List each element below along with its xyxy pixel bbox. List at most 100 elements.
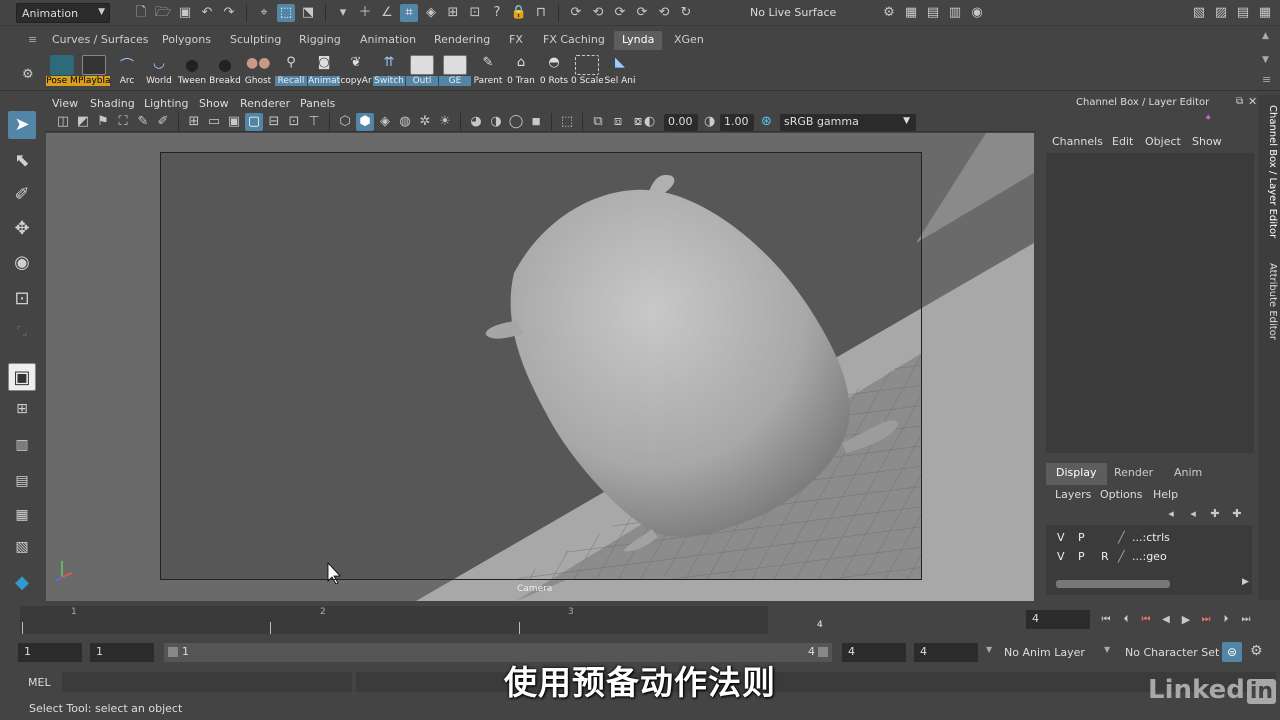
snap-surface-icon[interactable]: ⊞ [444, 4, 462, 22]
menu-options[interactable]: Options [1100, 488, 1142, 501]
safe-action-icon[interactable]: ⊡ [285, 113, 303, 131]
play-backwards-icon[interactable]: ◀ [1158, 611, 1174, 629]
color-swatch-icon[interactable]: ╱ [1118, 531, 1125, 544]
single-perspective-layout-icon[interactable]: ▣ [8, 363, 36, 391]
step-forward-key-icon[interactable]: ⏭ [1198, 611, 1214, 629]
menu-shading[interactable]: Shading [90, 97, 135, 110]
character-set-dropdown[interactable]: No Character Set [1125, 646, 1219, 659]
shelf-button-zero-rotate[interactable]: ◓ 0 Rots [538, 55, 570, 89]
ambient-occlusion-icon[interactable]: ◕ [467, 113, 485, 131]
scroll-down-icon[interactable]: ▼ [1262, 55, 1269, 65]
shadows-icon[interactable]: ☀ [436, 113, 454, 131]
save-scene-icon[interactable]: ▣ [176, 4, 194, 22]
range-end-handle[interactable] [818, 647, 828, 657]
select-object-icon[interactable]: ⬚ [277, 4, 295, 22]
new-layer-icon[interactable]: ✚ [1206, 505, 1224, 523]
shelf-button-parent[interactable]: ✎ Parent [472, 55, 504, 89]
tab-xgen[interactable]: XGen [666, 31, 712, 50]
shelf-button-select-anim[interactable]: ◣ Sel Ani [604, 55, 636, 89]
menu-channels[interactable]: Channels [1052, 135, 1103, 148]
select-component-icon[interactable]: ⬔ [299, 4, 317, 22]
ipr-render-icon[interactable]: ▤ [924, 4, 942, 22]
live-surface-label[interactable]: No Live Surface [750, 6, 836, 19]
wireframe-on-shaded-icon[interactable]: ◈ [376, 113, 394, 131]
scroll-up-icon[interactable]: ▲ [1262, 31, 1269, 41]
tab-curves-surfaces[interactable]: Curves / Surfaces [44, 31, 157, 50]
tab-rigging[interactable]: Rigging [291, 31, 349, 50]
shelf-button-zero-translate[interactable]: ⌂ 0 Tran [505, 55, 537, 89]
outliner-layout-icon[interactable]: ▧ [8, 533, 36, 561]
input-ops-icon[interactable]: ⟳ [611, 4, 629, 22]
tab-fx-caching[interactable]: FX Caching [535, 31, 613, 50]
snap-view-icon[interactable]: ◈ [422, 4, 440, 22]
select-hierarchy-icon[interactable]: ⌖ [255, 4, 273, 22]
help-icon[interactable]: ? [488, 4, 506, 22]
shelf-button-zero-scale[interactable]: 0 Scale [571, 55, 603, 89]
step-forward-frame-icon[interactable]: ⏵ [1218, 611, 1234, 629]
snap-live-icon[interactable]: ⊡ [466, 4, 484, 22]
film-gate-icon[interactable]: ▭ [205, 113, 223, 131]
move-layer-up-icon[interactable]: ◂ [1162, 505, 1180, 523]
menu-show[interactable]: Show [199, 97, 229, 110]
live-surface-icon[interactable]: ↻ [677, 4, 695, 22]
lasso-tool-icon[interactable]: ⬉ [8, 147, 36, 175]
tab-display[interactable]: Display [1046, 463, 1107, 485]
hypershade-layout-icon[interactable]: ▦ [8, 501, 36, 529]
menu-panels[interactable]: Panels [300, 97, 335, 110]
snap-curve-icon[interactable]: ∠ [378, 4, 396, 22]
persp-graph-layout-icon[interactable]: ▤ [8, 467, 36, 495]
use-all-lights-icon[interactable]: ✲ [416, 113, 434, 131]
gate-mask-icon[interactable]: ▢ [245, 113, 263, 131]
move-tool-icon[interactable]: ✥ [8, 215, 36, 243]
visibility-toggle[interactable]: V [1057, 550, 1065, 563]
history-icon[interactable]: ⟳ [567, 4, 585, 22]
shelf-button-recall[interactable]: ⚲ Recall [275, 55, 307, 89]
step-back-key-icon[interactable]: ⏮ [1138, 611, 1154, 629]
tab-rendering[interactable]: Rendering [426, 31, 498, 50]
horizontal-scrollbar[interactable] [1056, 580, 1170, 588]
tab-attribute-editor[interactable]: Attribute Editor [1260, 263, 1278, 340]
shelf-button-switch[interactable]: ⇈ Switch [373, 55, 405, 89]
xray-icon[interactable]: ⧉ [589, 113, 607, 131]
color-swatch-icon[interactable]: ╱ [1118, 550, 1125, 563]
tab-render[interactable]: Render [1104, 463, 1163, 485]
step-back-frame-icon[interactable]: ⏴ [1118, 611, 1134, 629]
color-management-icon[interactable]: ⊛ [761, 114, 772, 129]
channel-list[interactable] [1046, 153, 1254, 453]
shelf-button-copyar[interactable]: ❦ copyAr [340, 55, 372, 89]
gear-icon[interactable]: ⚙ [22, 67, 34, 82]
menu-lighting[interactable]: Lighting [144, 97, 188, 110]
exposure-field[interactable]: 0.00 [664, 114, 698, 131]
tab-lynda[interactable]: Lynda [614, 31, 663, 50]
snap-grid-icon[interactable]: ＋ [356, 4, 374, 22]
shelf-button-arc[interactable]: ⌒ Arc [111, 55, 143, 89]
new-layer-selected-icon[interactable]: ✚ [1228, 505, 1246, 523]
anti-aliasing-icon[interactable]: ◯ [507, 113, 525, 131]
field-chart-icon[interactable]: ⊟ [265, 113, 283, 131]
rotate-tool-icon[interactable]: ◉ [8, 249, 36, 277]
playback-end-field[interactable]: 4 [842, 643, 906, 662]
go-to-start-icon[interactable]: ⏮ [1098, 611, 1114, 629]
current-frame-marker[interactable] [768, 606, 1018, 634]
shelf-button-ghost[interactable]: ●● Ghost [242, 55, 274, 89]
two-d-pan-icon[interactable]: ✎ [134, 113, 152, 131]
magnet-icon[interactable]: ⊓ [532, 4, 550, 22]
last-tool-icon[interactable]: ⌜⌟ [8, 317, 36, 345]
tab-sculpting[interactable]: Sculpting [222, 31, 289, 50]
playback-start-field[interactable]: 1 [90, 643, 154, 662]
shelf-button-pose[interactable]: Pose M [46, 55, 78, 89]
hypershade-icon[interactable]: ▥ [946, 4, 964, 22]
wireframe-icon[interactable]: ⬡ [336, 113, 354, 131]
four-view-layout-icon[interactable]: ⊞ [8, 395, 36, 423]
motion-blur-icon[interactable]: ◑ [487, 113, 505, 131]
output-ops-icon[interactable]: ⟳ [633, 4, 651, 22]
visibility-toggle[interactable]: V [1057, 531, 1065, 544]
select-camera-icon[interactable]: ◫ [54, 113, 72, 131]
camera-attributes-icon[interactable]: ◩ [74, 113, 92, 131]
textured-icon[interactable]: ◍ [396, 113, 414, 131]
paint-select-tool-icon[interactable]: ✐ [8, 181, 36, 209]
shelf-button-playblast[interactable]: Playbla [78, 55, 110, 89]
tab-fx[interactable]: FX [501, 31, 531, 50]
chevron-down-icon[interactable]: ▼ [1104, 645, 1110, 654]
viewport-3d[interactable]: Camera [46, 133, 1034, 601]
